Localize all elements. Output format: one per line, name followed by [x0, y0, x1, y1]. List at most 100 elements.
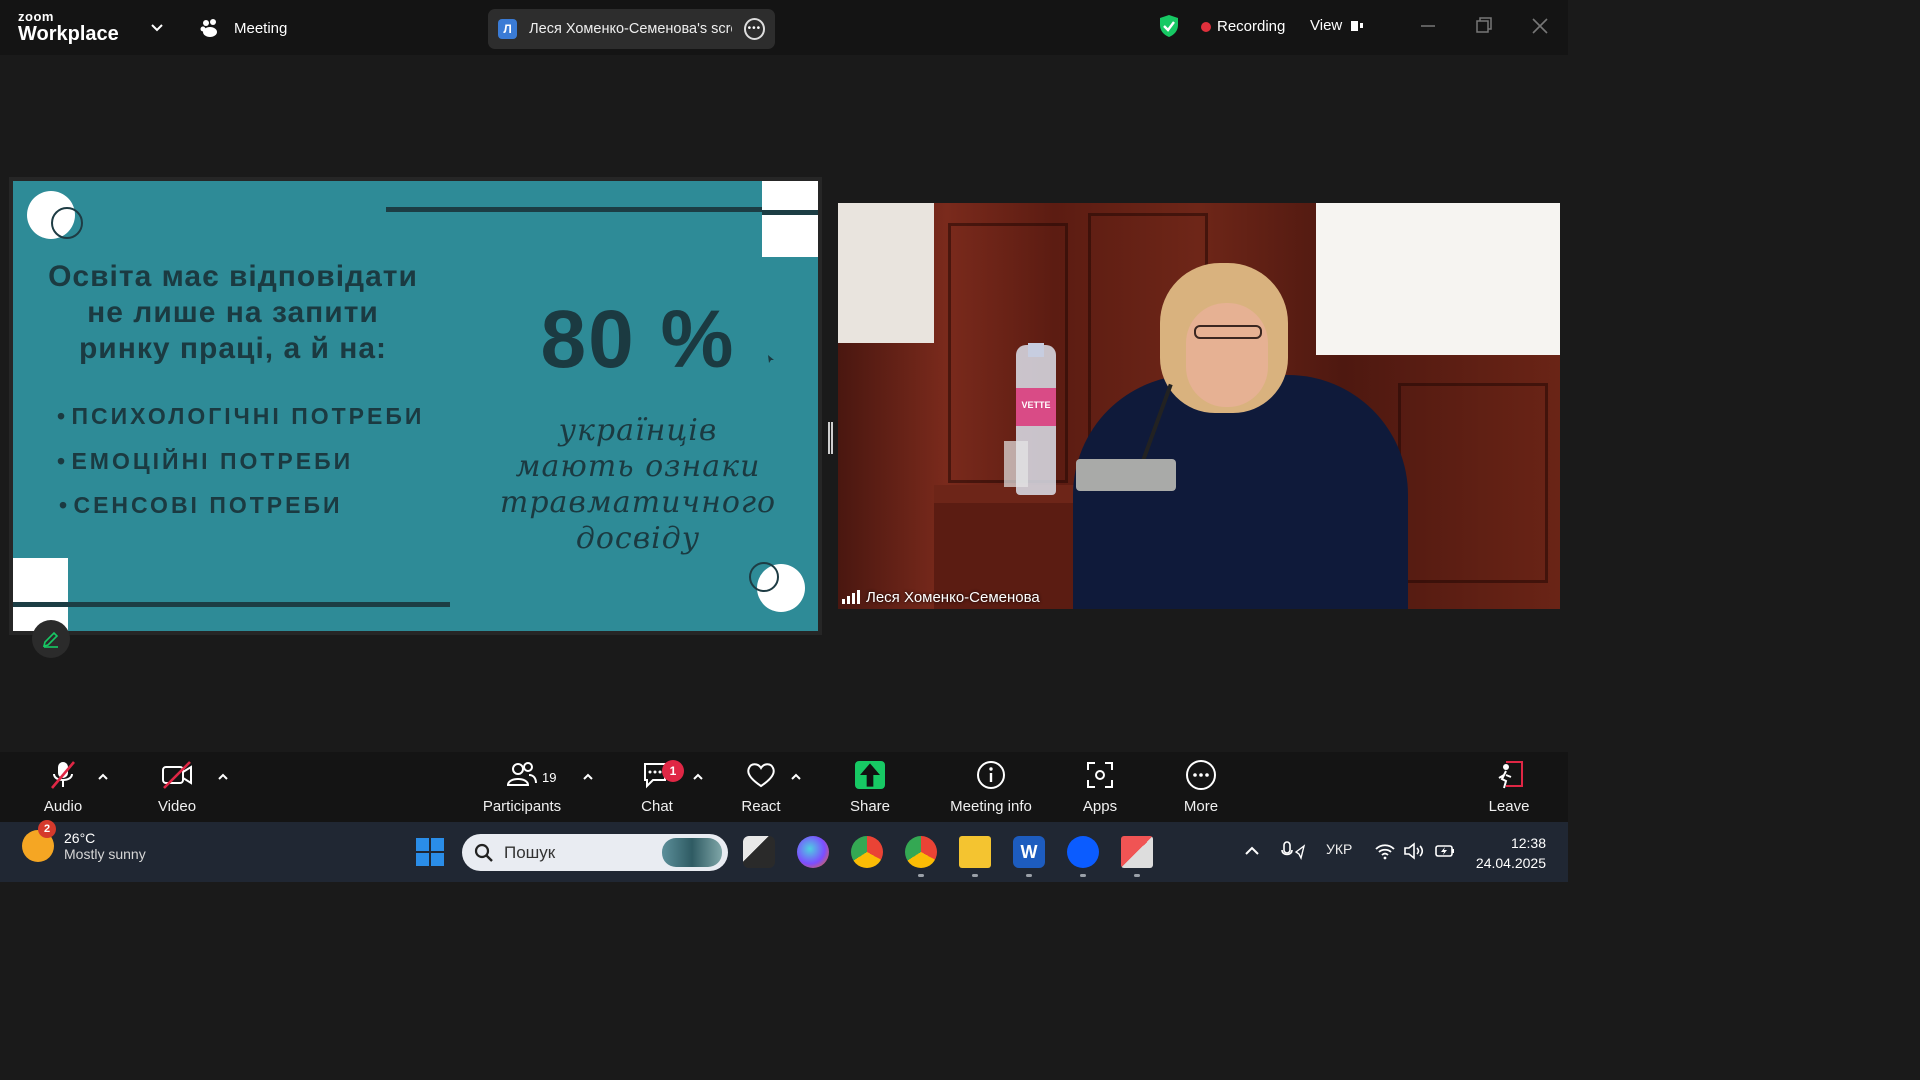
weather-description: Mostly sunny	[64, 846, 146, 862]
running-indicator	[972, 874, 978, 877]
share-button[interactable]: Share	[820, 758, 920, 815]
leave-button[interactable]: Leave	[1459, 758, 1559, 815]
slide-heading: Освіта має відповідати не лише на запити…	[33, 259, 433, 367]
tray-chevron-up-icon[interactable]	[1244, 845, 1260, 857]
chrome-profile-icon[interactable]	[905, 836, 937, 868]
bottle-label: VETTE	[1016, 388, 1056, 426]
react-label: React	[741, 798, 781, 815]
chat-button[interactable]: Chat	[607, 758, 707, 815]
more-label: More	[1183, 798, 1219, 815]
meeting-button[interactable]: Meeting	[200, 14, 287, 42]
chevron-up-icon[interactable]	[790, 772, 802, 782]
microphone-base	[1076, 459, 1176, 491]
taskbar-search[interactable]: Пошук	[462, 834, 728, 871]
weather-widget[interactable]: 2 26°C Mostly sunny	[22, 820, 146, 862]
view-button[interactable]: View	[1310, 17, 1364, 34]
meeting-info-button[interactable]: Meeting info	[941, 758, 1041, 815]
decor-circle-outline	[51, 207, 83, 239]
running-indicator	[1080, 874, 1086, 877]
windows-start-icon[interactable]	[416, 838, 444, 866]
chevron-down-icon[interactable]	[150, 20, 164, 34]
chevron-up-icon[interactable]	[692, 772, 704, 782]
weather-text: 26°C Mostly sunny	[64, 830, 146, 862]
system-clock[interactable]: 12:38 24.04.2025	[1468, 833, 1546, 873]
speaker-glasses	[1194, 325, 1262, 339]
view-label: View	[1310, 17, 1343, 34]
clock-time: 12:38	[1510, 835, 1546, 851]
battery-charging-icon[interactable]	[1434, 842, 1456, 860]
caption-line: українців	[558, 413, 718, 448]
copilot-icon[interactable]	[797, 836, 829, 868]
microphone-muted-icon	[51, 761, 75, 789]
react-button[interactable]: React	[711, 758, 811, 815]
participants-button[interactable]: Participants	[472, 758, 572, 815]
heart-icon	[747, 763, 775, 788]
decor-line	[13, 602, 450, 607]
apps-icon	[1087, 762, 1113, 788]
slide-bullet: ПСИХОЛОГІЧНІ ПОТРЕБИ	[57, 403, 424, 448]
search-placeholder: Пошук	[504, 842, 556, 862]
more-button[interactable]: More	[1151, 758, 1251, 815]
leave-label: Leave	[1488, 798, 1530, 815]
caption-line: травматичного	[499, 485, 777, 520]
window-light	[838, 203, 934, 343]
more-options-icon[interactable]: •••	[743, 18, 765, 40]
chrome-icon[interactable]	[851, 836, 883, 868]
meeting-info-label: Meeting info	[950, 798, 1032, 815]
windows-taskbar: 2 26°C Mostly sunny Пошук W УКР 12:38 24…	[0, 820, 1568, 882]
bottle-cap	[1028, 343, 1044, 357]
temperature: 26°C	[64, 830, 96, 846]
more-icon	[1186, 760, 1216, 790]
annotate-button[interactable]	[32, 620, 70, 658]
chevron-up-icon[interactable]	[217, 772, 229, 782]
microphone-location-icon[interactable]	[1280, 840, 1306, 862]
task-view-icon[interactable]	[743, 836, 775, 868]
weather-sun-icon: 2	[22, 820, 56, 862]
screen-share-indicator[interactable]: Л Леся Хоменко-Семенова's scre •••	[488, 9, 775, 49]
signal-strength-icon	[842, 590, 860, 604]
security-shield-icon[interactable]	[1158, 14, 1180, 38]
file-explorer-icon[interactable]	[959, 836, 991, 868]
wall-panel	[1398, 383, 1548, 583]
audio-button[interactable]: Audio	[13, 758, 113, 815]
participant-name: Леся Хоменко-Семенова	[866, 588, 1040, 606]
shared-screen-slide[interactable]: Освіта має відповідати не лише на запити…	[9, 177, 822, 635]
snipping-tool-icon[interactable]	[1121, 836, 1153, 868]
participants-icon	[506, 762, 537, 786]
slide-heading-line: Освіта має відповідати	[48, 260, 418, 293]
weather-badge: 2	[38, 820, 56, 838]
running-indicator	[918, 874, 924, 877]
search-icon	[474, 843, 493, 862]
logo-large: Workplace	[18, 23, 119, 45]
volume-icon[interactable]	[1403, 842, 1425, 860]
top-bar: zoom Workplace Meeting Л Леся Хоменко-Се…	[0, 0, 1568, 55]
meeting-toolbar: Audio Video Participants 19 Chat 1 React…	[0, 752, 1568, 822]
restore-icon[interactable]	[1474, 16, 1494, 36]
screen-share-label: Леся Хоменко-Семенова's scre	[529, 21, 732, 37]
participant-video-tile[interactable]: VETTE Леся Хоменко-Семенова	[838, 203, 1560, 609]
sharer-avatar: Л	[498, 19, 518, 39]
decor-line	[762, 210, 818, 215]
slide-heading-line: ринку праці, а й на:	[78, 332, 388, 365]
decor-square	[762, 181, 818, 257]
minimize-icon[interactable]	[1418, 16, 1438, 36]
recording-dot-icon	[1201, 21, 1211, 32]
chevron-up-icon[interactable]	[97, 772, 109, 782]
input-language[interactable]: УКР	[1326, 841, 1352, 857]
bottle-brand-text: VETTE	[1021, 400, 1051, 410]
word-icon[interactable]: W	[1013, 836, 1045, 868]
speaker-face	[1186, 303, 1268, 407]
video-button[interactable]: Video	[127, 758, 227, 815]
caption-line: мають ознаки	[515, 449, 761, 484]
chevron-up-icon[interactable]	[582, 772, 594, 782]
wifi-icon[interactable]	[1374, 842, 1396, 860]
close-icon[interactable]	[1530, 16, 1550, 36]
camera-off-icon	[162, 761, 192, 789]
apps-button[interactable]: Apps	[1050, 758, 1150, 815]
zoom-app-icon[interactable]	[1067, 836, 1099, 868]
decor-circle-outline	[749, 562, 779, 592]
mouse-cursor-icon	[768, 355, 774, 363]
caption-line: досвіду	[575, 521, 701, 556]
splitter-handle[interactable]	[828, 422, 833, 454]
recording-indicator[interactable]: Recording	[1201, 18, 1285, 35]
